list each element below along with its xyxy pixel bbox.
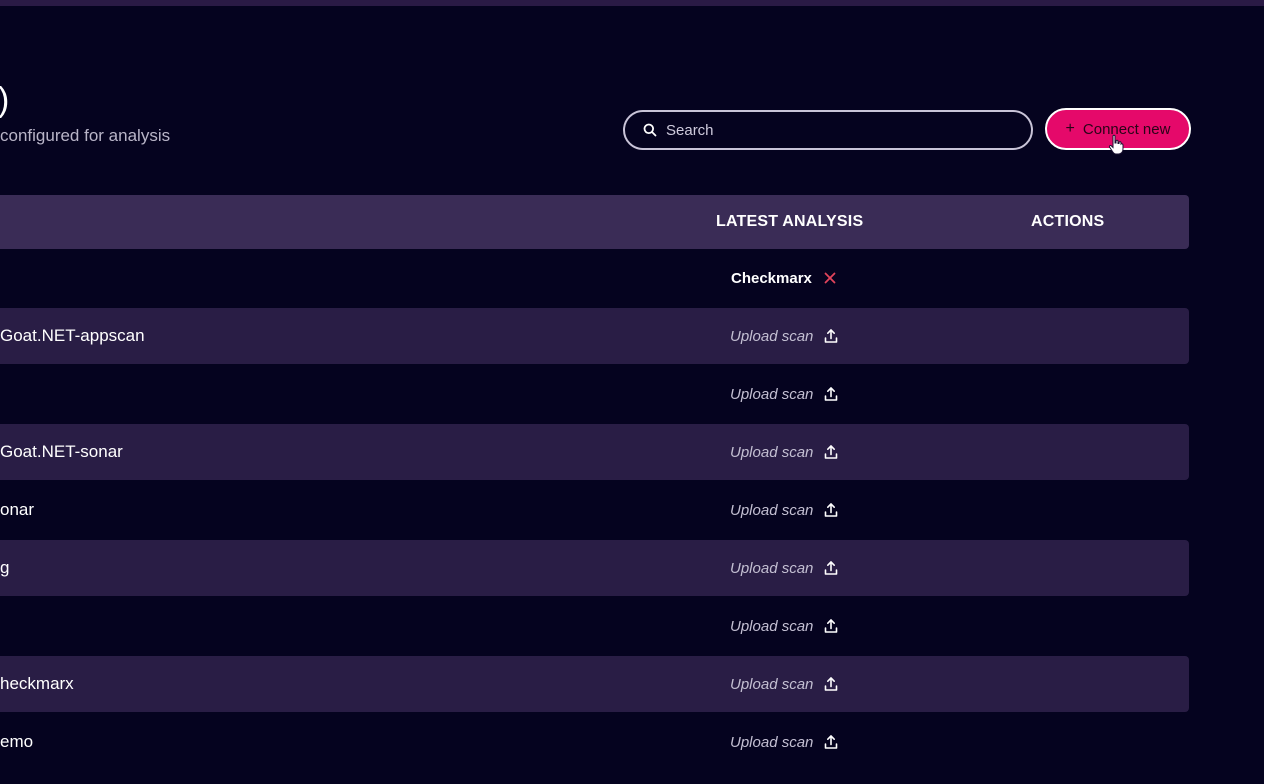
table-row[interactable]: Goat.NET-sonar Upload scan xyxy=(0,424,1189,480)
upload-scan-label: Upload scan xyxy=(730,733,814,751)
top-bar xyxy=(0,0,1264,6)
page-subtitle: configured for analysis xyxy=(0,126,171,145)
upload-scan-button[interactable]: Upload scan xyxy=(730,598,839,654)
upload-scan-label: Upload scan xyxy=(730,443,814,461)
upload-icon xyxy=(823,560,839,576)
upload-icon xyxy=(823,386,839,402)
table-header: LATEST ANALYSIS ACTIONS xyxy=(0,195,1189,249)
upload-icon xyxy=(823,618,839,634)
analysis-tool-label: Checkmarx xyxy=(731,269,812,287)
upload-scan-button[interactable]: Upload scan xyxy=(730,482,839,538)
upload-icon xyxy=(823,328,839,344)
upload-scan-button[interactable]: Upload scan xyxy=(730,540,839,596)
table-row[interactable]: Goat.NET-appscan Upload scan xyxy=(0,308,1189,364)
table-row[interactable]: Checkmarx xyxy=(0,250,1189,306)
hand-cursor-icon xyxy=(1108,134,1124,155)
upload-scan-label: Upload scan xyxy=(730,559,814,577)
table-row[interactable]: emo Upload scan xyxy=(0,714,1189,770)
column-actions: ACTIONS xyxy=(1031,213,1105,230)
analysis-status[interactable]: Checkmarx xyxy=(731,250,838,306)
upload-scan-button[interactable]: Upload scan xyxy=(730,424,839,480)
table-row[interactable]: Upload scan xyxy=(0,598,1189,654)
table-row[interactable]: Upload scan xyxy=(0,366,1189,422)
search-icon xyxy=(643,123,657,137)
search-box[interactable] xyxy=(623,110,1033,150)
upload-icon xyxy=(823,444,839,460)
page-title: ) xyxy=(0,78,9,122)
column-latest-analysis[interactable]: LATEST ANALYSIS xyxy=(716,195,863,249)
upload-scan-label: Upload scan xyxy=(730,327,814,345)
row-name[interactable]: Goat.NET-appscan xyxy=(0,308,145,364)
page: ) configured for analysis + Connect new … xyxy=(0,0,1264,784)
upload-icon xyxy=(823,676,839,692)
row-name[interactable]: Goat.NET-sonar xyxy=(0,424,123,480)
upload-scan-button[interactable]: Upload scan xyxy=(730,308,839,364)
table-row[interactable]: onar Upload scan xyxy=(0,482,1189,538)
upload-scan-button[interactable]: Upload scan xyxy=(730,714,839,770)
row-name[interactable]: heckmarx xyxy=(0,656,74,712)
upload-icon xyxy=(823,734,839,750)
row-name[interactable]: onar xyxy=(0,482,34,538)
plus-icon: + xyxy=(1065,120,1075,137)
close-icon[interactable] xyxy=(822,270,838,286)
connect-new-label: Connect new xyxy=(1082,120,1171,138)
upload-scan-label: Upload scan xyxy=(730,501,814,519)
upload-scan-button[interactable]: Upload scan xyxy=(730,656,839,712)
upload-scan-label: Upload scan xyxy=(730,385,814,403)
upload-scan-label: Upload scan xyxy=(730,675,814,693)
table-row[interactable]: heckmarx Upload scan xyxy=(0,656,1189,712)
upload-scan-label: Upload scan xyxy=(730,617,814,635)
row-name[interactable]: emo xyxy=(0,714,33,770)
row-name[interactable]: g xyxy=(0,540,9,596)
upload-scan-button[interactable]: Upload scan xyxy=(730,366,839,422)
search-input[interactable] xyxy=(666,121,1031,139)
upload-icon xyxy=(823,502,839,518)
table-row[interactable]: g Upload scan xyxy=(0,540,1189,596)
